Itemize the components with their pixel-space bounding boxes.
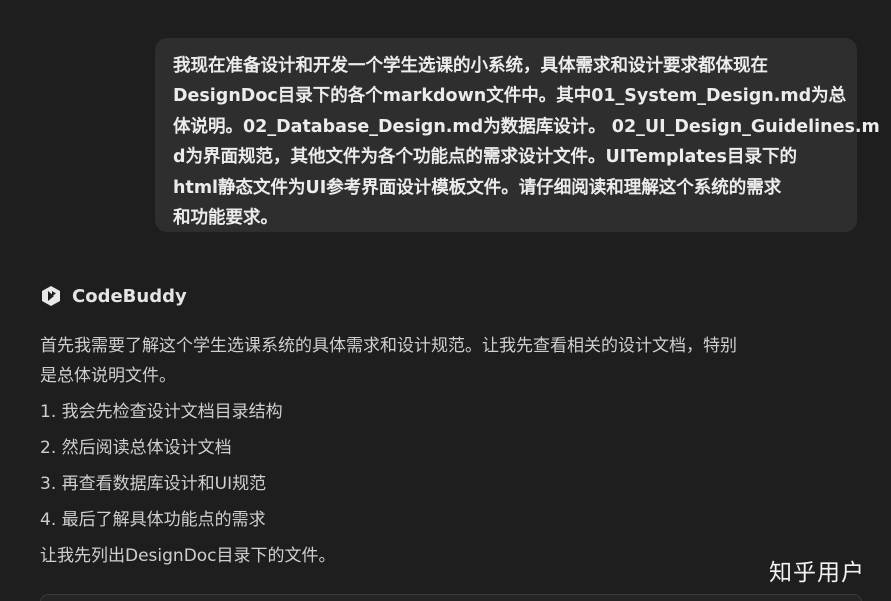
watermark: 知乎用户 [769, 560, 865, 586]
assistant-step-item: 1. 我会先检查设计文档目录结构 [40, 402, 283, 422]
assistant-intro-line: 首先我需要了解这个学生选课系统的具体需求和设计规范。让我先查看相关的设计文档，特… [40, 336, 737, 356]
user-message-line: 体说明。02_Database_Design.md为数据库设计。 02_UI_D… [173, 116, 880, 137]
assistant-step-item: 2. 然后阅读总体设计文档 [40, 438, 232, 458]
assistant-name: CodeBuddy [72, 285, 187, 307]
user-message-line: DesignDoc目录下的各个markdown文件中。其中01_System_D… [173, 86, 847, 107]
user-message-line: d为界面规范，其他文件为各个功能点的需求设计文件。UITemplates目录下的 [173, 147, 797, 168]
assistant-step-item: 3. 再查看数据库设计和UI规范 [40, 474, 267, 494]
codebuddy-logo-icon [40, 285, 62, 307]
assistant-message: 首先我需要了解这个学生选课系统的具体需求和设计规范。让我先查看相关的设计文档，特… [40, 331, 860, 571]
user-message-line: 和功能要求。 [173, 208, 278, 229]
assistant-step-item: 4. 最后了解具体功能点的需求 [40, 510, 266, 530]
user-message-bubble: 我现在准备设计和开发一个学生选课的小系统，具体需求和设计要求都体现在 Desig… [155, 38, 880, 232]
assistant-closing-line: 让我先列出DesignDoc目录下的文件。 [40, 546, 336, 566]
tool-call-block[interactable] [40, 594, 862, 601]
assistant-header: CodeBuddy [40, 282, 187, 310]
user-message-line: 我现在准备设计和开发一个学生选课的小系统，具体需求和设计要求都体现在 [173, 56, 768, 76]
chat-panel: 我现在准备设计和开发一个学生选课的小系统，具体需求和设计要求都体现在 Desig… [0, 0, 891, 601]
assistant-intro-line: 是总体说明文件。 [40, 366, 176, 386]
user-message-line: html静态文件为UI参考界面设计模板文件。请仔细阅读和理解这个系统的需求 [173, 177, 782, 198]
